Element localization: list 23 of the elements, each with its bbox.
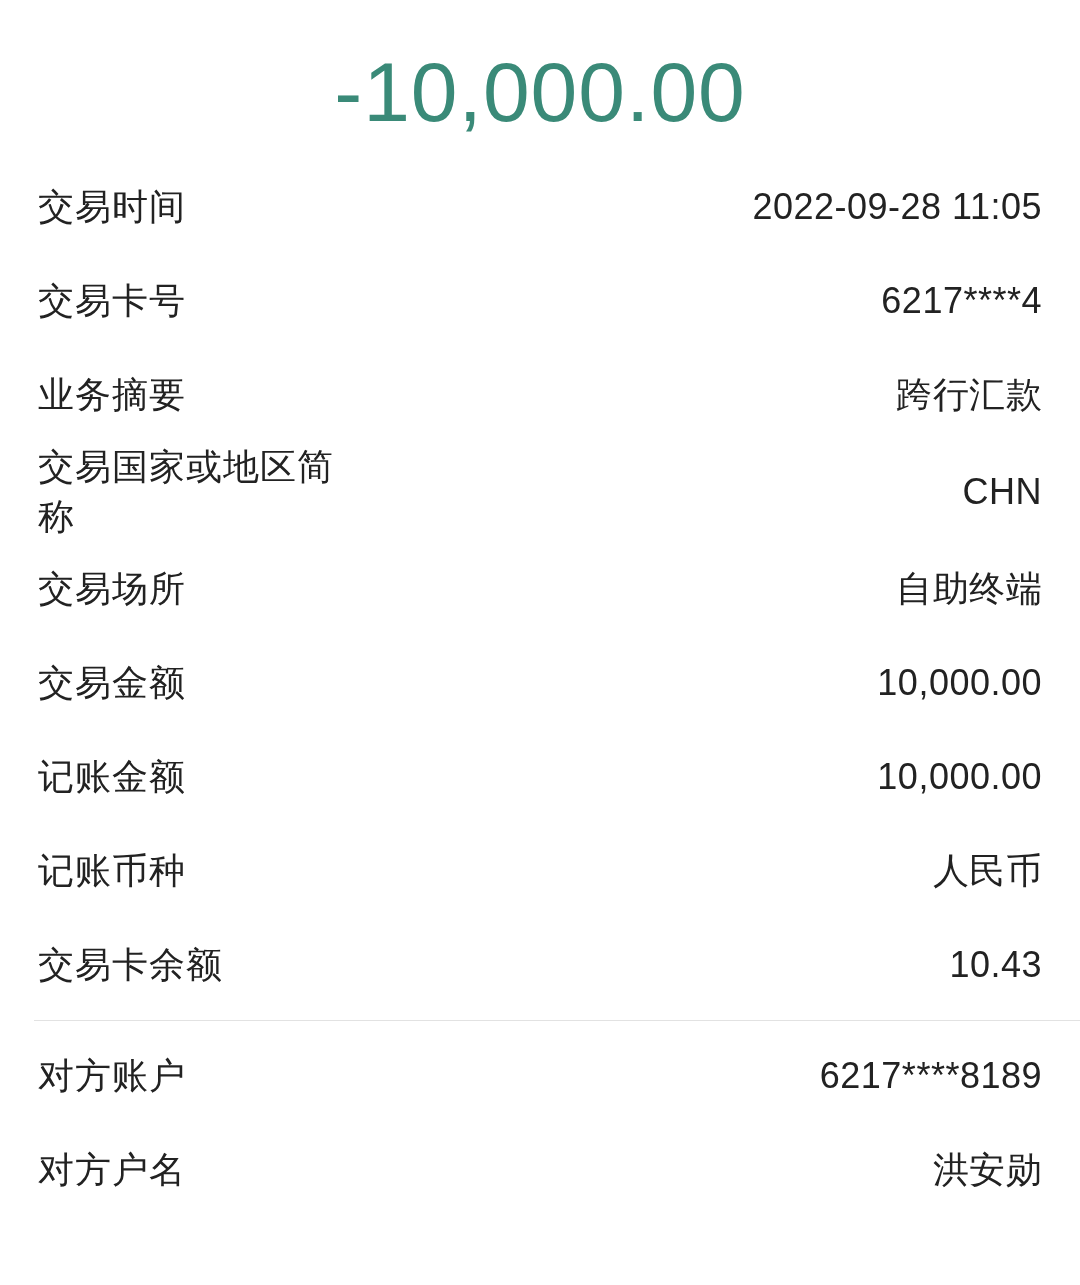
field-label: 交易场所 bbox=[38, 567, 187, 611]
transaction-amount: -10,000.00 bbox=[333, 44, 747, 141]
field-label: 对方户名 bbox=[38, 1148, 187, 1192]
field-label: 交易卡余额 bbox=[38, 943, 224, 987]
field-value: 洪安勋 bbox=[932, 1147, 1042, 1192]
field-label: 业务摘要 bbox=[38, 373, 187, 417]
field-value: 跨行汇款 bbox=[896, 372, 1042, 417]
field-label: 对方账户 bbox=[38, 1054, 187, 1098]
field-label: 交易卡号 bbox=[38, 279, 187, 323]
field-value: 10,000.00 bbox=[877, 662, 1042, 704]
field-label: 记账币种 bbox=[38, 849, 187, 893]
field-value: 6217****8189 bbox=[819, 1055, 1042, 1097]
field-label: 交易金额 bbox=[38, 661, 187, 705]
field-value: CHN bbox=[962, 471, 1042, 513]
field-label: 记账金额 bbox=[38, 755, 187, 799]
field-label: 交易时间 bbox=[38, 185, 187, 229]
field-value: 10.43 bbox=[949, 944, 1042, 986]
field-value: 6217****4 bbox=[881, 280, 1042, 322]
field-value: 2022-09-28 11:05 bbox=[752, 186, 1042, 228]
field-label: 交易国家或地区简称 bbox=[38, 445, 335, 539]
field-value: 自助终端 bbox=[896, 566, 1042, 611]
field-value: 人民币 bbox=[932, 848, 1042, 893]
field-value: 10,000.00 bbox=[877, 756, 1042, 798]
